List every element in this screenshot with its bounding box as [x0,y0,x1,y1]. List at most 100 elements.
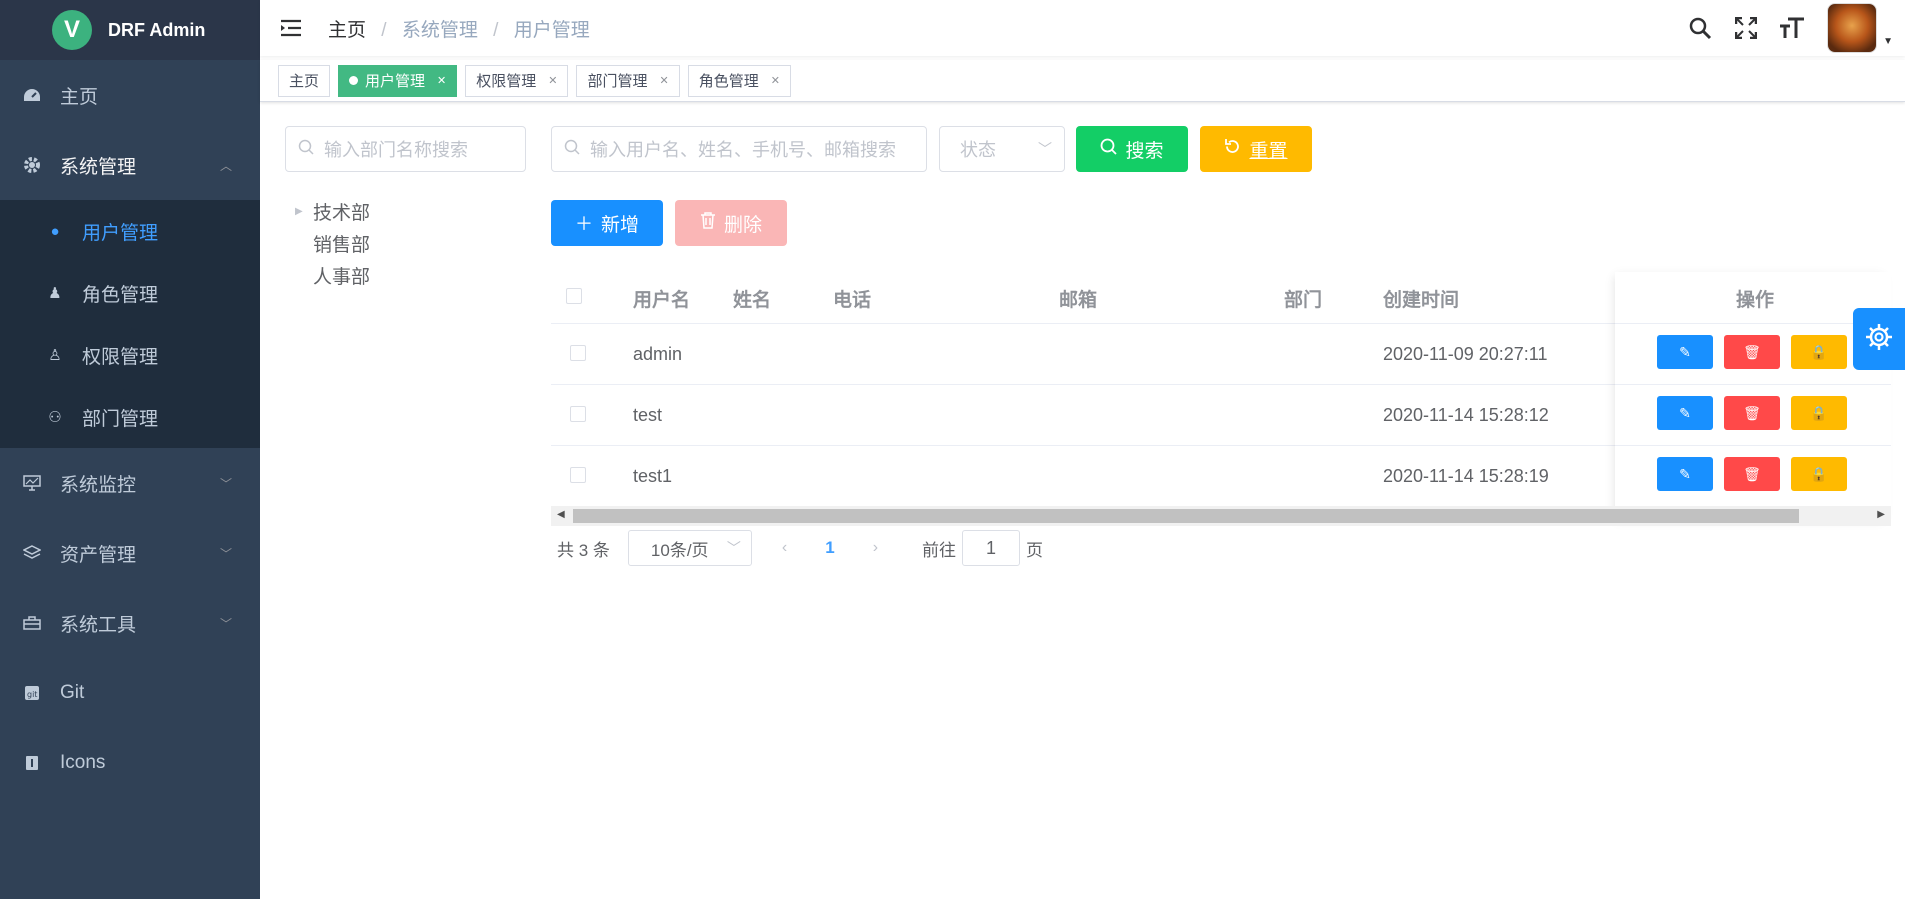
column-header-department[interactable]: 部门 [1284,272,1322,324]
sidebar-item-home[interactable]: 主页 [0,60,260,130]
breadcrumb-home[interactable]: 主页 [328,20,366,41]
page-size-select[interactable]: 10条/页 ﹀ [627,530,752,566]
delete-row-button[interactable]: 🗑 [1724,396,1780,430]
tree-node[interactable]: 销售部 [295,227,370,259]
top-navbar: 主页 / 系统管理 / 用户管理 ▼ [260,0,1905,56]
settings-button[interactable] [1853,308,1905,370]
sidebar-item-label: 系统监控 [60,474,137,496]
tag-role-management[interactable]: 角色管理 ✕ [687,64,791,97]
search-button[interactable]: 搜索 [1076,126,1188,172]
select-all-checkbox[interactable] [566,288,582,304]
chevron-down-icon: ﹀ [219,616,232,631]
tree-node-label: 人事部 [313,266,371,288]
edit-button[interactable]: ✎ [1657,335,1713,369]
pagination: 共 3 条 10条/页 ﹀ ‹ 1 › 前往 1 页 [557,530,1043,566]
user-avatar[interactable] [1827,3,1878,53]
tag-user-management[interactable]: 用户管理 ✕ [338,64,458,97]
user-search-input[interactable]: 输入用户名、姓名、手机号、邮箱搜索 [551,126,927,172]
cell-created-time: 2020-11-14 15:28:19 [1383,466,1549,486]
delete-button-label: 删除 [723,214,762,236]
app-logo[interactable]: V DRF Admin [0,0,260,60]
toolbox-icon [22,613,42,633]
edit-button[interactable]: ✎ [1657,457,1713,491]
sidebar-item-system-management[interactable]: 系统管理 ︿ [0,130,260,200]
scroll-left-icon[interactable]: ◀ [557,509,565,520]
column-header-actions: 操作 [1736,289,1775,311]
sidebar-item-department-management[interactable]: ⚇ 部门管理 [0,386,260,448]
lock-icon: 🔒 [1810,465,1828,482]
close-icon[interactable]: ✕ [771,74,780,87]
chevron-down-icon: ﹀ [219,476,232,491]
row-divider [1615,445,1891,446]
app-title: DRF Admin [108,19,206,40]
fullscreen-icon[interactable] [1731,13,1761,43]
add-button[interactable]: ＋ 新增 [551,200,663,246]
sidebar-item-label: Git [60,682,85,703]
delete-row-button[interactable]: 🗑 [1724,335,1780,369]
sidebar-item-user-management[interactable]: ● 用户管理 [0,200,260,262]
reset-button[interactable]: 重置 [1200,126,1312,172]
caret-down-icon[interactable]: ▼ [1883,36,1893,47]
page-number[interactable]: 1 [825,538,834,558]
tag-label: 用户管理 [365,73,426,90]
lock-icon: 🔒 [1810,343,1828,360]
sidebar-item-system-tools[interactable]: 系统工具 ﹀ [0,588,260,658]
column-header-phone[interactable]: 电话 [833,272,871,324]
reset-password-button[interactable]: 🔒 [1791,335,1847,369]
sidebar-item-label: 角色管理 [82,284,159,306]
sidebar-toggle-icon[interactable] [280,17,302,39]
tag-home[interactable]: 主页 [278,64,331,97]
tree-node[interactable]: ▶ 技术部 [295,195,370,227]
layers-icon [22,543,42,563]
reset-password-button[interactable]: 🔒 [1791,457,1847,491]
search-icon [298,139,314,160]
scrollbar-thumb[interactable] [573,509,1799,523]
cell-username: test [633,405,663,425]
git-icon: git [22,683,42,703]
reset-password-button[interactable]: 🔒 [1791,396,1847,430]
table-horizontal-scrollbar[interactable]: ◀ ▶ [551,506,1891,526]
sidebar-item-role-management[interactable]: ♟ 角色管理 [0,262,260,324]
tree-node[interactable]: 人事部 [295,259,370,291]
close-icon[interactable]: ✕ [660,74,669,87]
caret-right-icon[interactable]: ▶ [295,206,313,217]
sidebar-item-permission-management[interactable]: ♙ 权限管理 [0,324,260,386]
sidebar: V DRF Admin 主页 系统管理 ︿ ● 用户管理 ♟ 角色管理 ♙ 权限… [0,0,260,899]
close-icon[interactable]: ✕ [548,74,557,87]
row-checkbox[interactable] [570,467,586,483]
add-button-label: 新增 [600,214,639,236]
row-checkbox[interactable] [570,406,586,422]
close-icon[interactable]: ✕ [437,74,446,87]
breadcrumb-separator: / [493,19,499,41]
column-header-username[interactable]: 用户名 [633,272,690,324]
column-header-email[interactable]: 邮箱 [1059,272,1097,324]
sidebar-item-icons[interactable]: Icons [0,728,260,798]
delete-button[interactable]: 删除 [675,200,787,246]
row-divider [1615,323,1891,324]
search-icon[interactable] [1685,13,1715,43]
sidebar-item-system-monitor[interactable]: 系统监控 ﹀ [0,448,260,518]
scroll-right-icon[interactable]: ▶ [1877,509,1885,520]
trash-icon: 🗑 [1743,404,1761,421]
font-size-icon[interactable] [1777,13,1807,43]
edit-button[interactable]: ✎ [1657,396,1713,430]
tag-department-management[interactable]: 部门管理 ✕ [576,64,680,97]
user-search-placeholder: 输入用户名、姓名、手机号、邮箱搜索 [590,140,896,160]
column-header-name[interactable]: 姓名 [733,272,771,324]
tag-permission-management[interactable]: 权限管理 ✕ [465,64,569,97]
row-checkbox[interactable] [570,345,586,361]
vue-logo-icon: V [52,10,92,50]
dashboard-icon [22,85,42,105]
delete-row-button[interactable]: 🗑 [1724,457,1780,491]
sidebar-item-asset-management[interactable]: 资产管理 ﹀ [0,518,260,588]
goto-page-input[interactable]: 1 [962,530,1021,566]
next-page-icon[interactable]: › [873,539,878,557]
dept-search-input[interactable]: 输入部门名称搜索 [285,126,526,172]
status-select[interactable]: 状态 ﹀ [939,126,1065,172]
prev-page-icon[interactable]: ‹ [782,539,787,557]
column-header-created-time[interactable]: 创建时间 [1383,272,1459,324]
page-size-value: 10条/页 [650,540,709,560]
user-icon: ● [50,222,60,240]
sidebar-item-git[interactable]: git Git [0,658,260,728]
tag-label: 部门管理 [587,73,648,90]
